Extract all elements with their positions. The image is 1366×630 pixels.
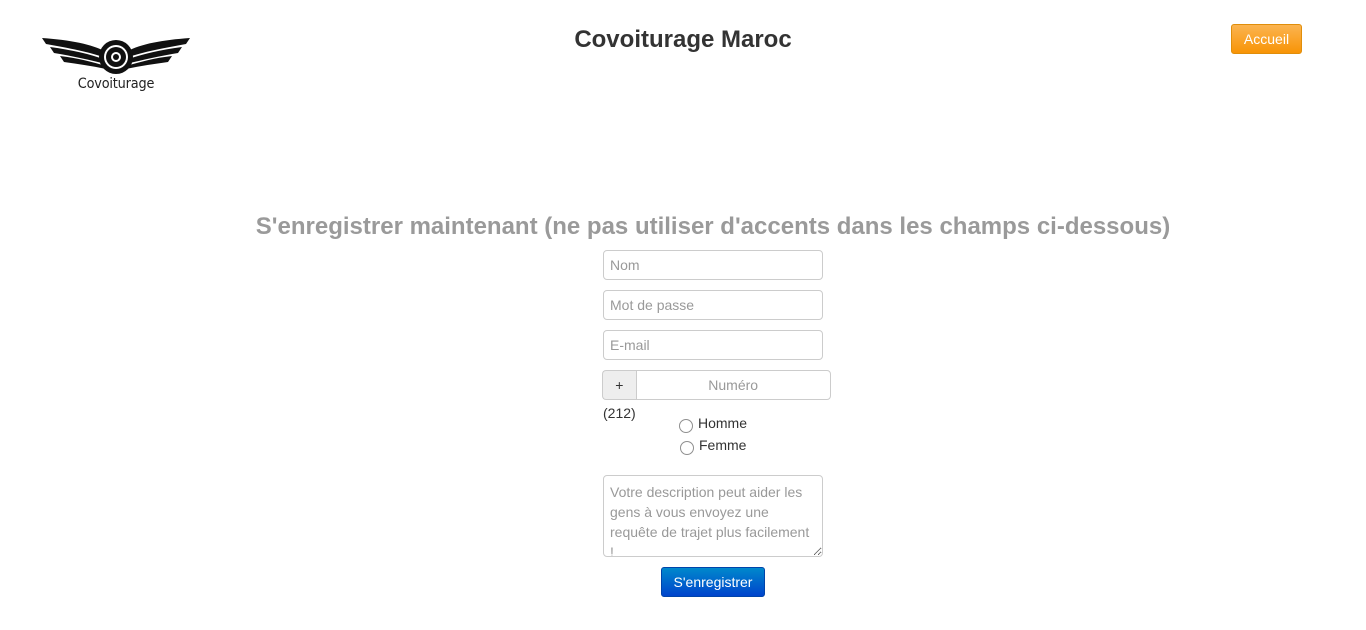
phone-input[interactable] bbox=[635, 370, 831, 400]
radio-femme[interactable] bbox=[680, 441, 694, 455]
logo-text: Covoiturage bbox=[77, 76, 155, 92]
site-logo[interactable]: Covoiturage bbox=[40, 34, 192, 98]
register-page: Covoiturage Covoiturage Maroc Accueil S'… bbox=[0, 0, 1366, 630]
register-button[interactable]: S'enregistrer bbox=[661, 567, 765, 597]
phone-prefix: +(212) bbox=[602, 370, 636, 421]
radio-label-femme: Femme bbox=[699, 437, 747, 453]
winged-wheel-icon bbox=[42, 38, 190, 74]
password-input[interactable] bbox=[603, 290, 823, 320]
radio-homme[interactable] bbox=[679, 419, 693, 433]
register-heading: S'enregistrer maintenant (ne pas utilise… bbox=[255, 213, 1171, 240]
gender-option-homme[interactable]: Homme bbox=[679, 413, 747, 433]
radio-label-homme: Homme bbox=[698, 415, 748, 431]
email-input[interactable] bbox=[603, 330, 823, 360]
site-title: Covoiturage Maroc bbox=[574, 26, 792, 53]
phone-group: +(212) bbox=[602, 370, 831, 421]
name-input[interactable] bbox=[603, 250, 823, 280]
gender-option-femme[interactable]: Femme bbox=[680, 435, 746, 455]
home-button[interactable]: Accueil bbox=[1231, 24, 1302, 54]
description-textarea[interactable] bbox=[603, 475, 823, 557]
